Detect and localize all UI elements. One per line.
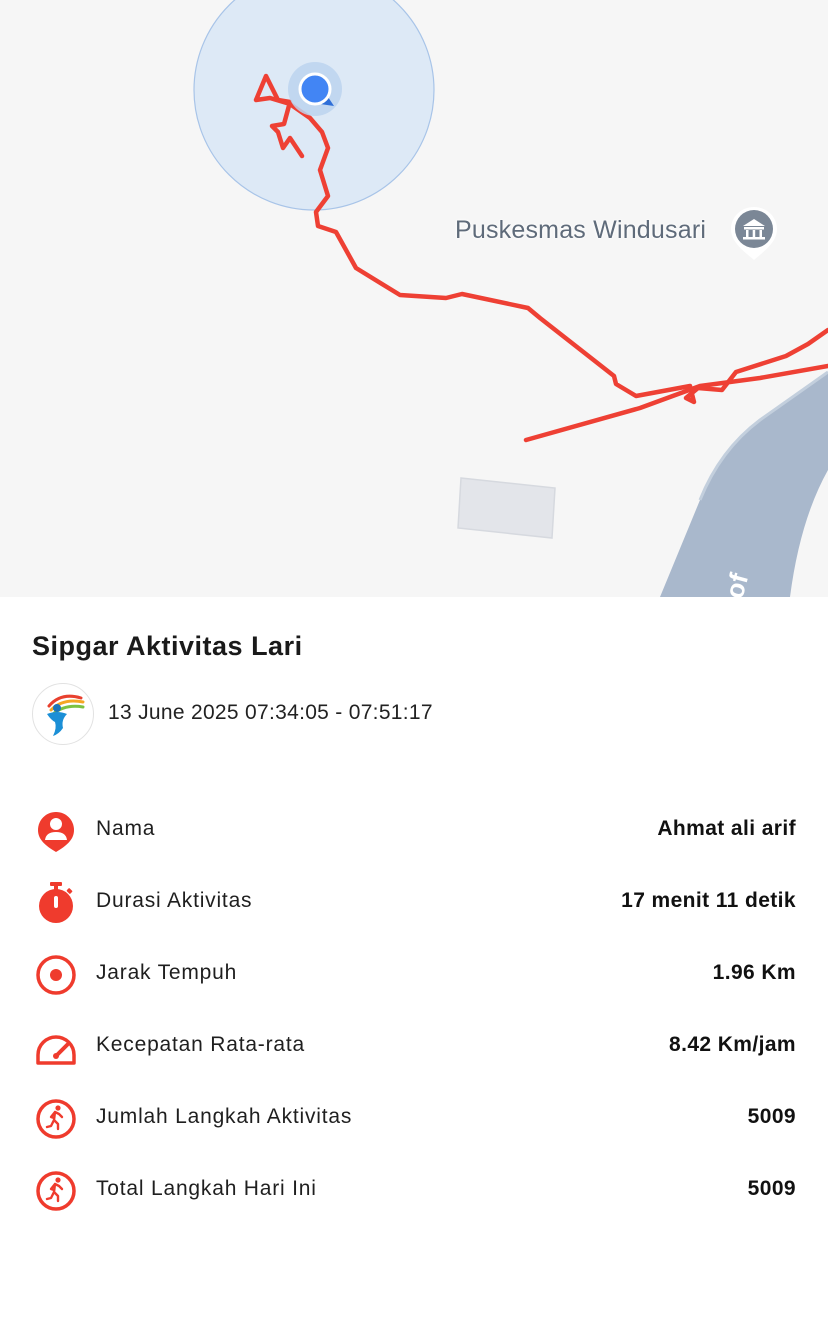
stat-label: Durasi Aktivitas	[96, 889, 253, 912]
stat-value: Ahmat ali arif	[657, 817, 796, 840]
poi-label[interactable]: Puskesmas Windusari	[455, 216, 706, 245]
stat-value: 17 menit 11 detik	[621, 889, 796, 912]
stats-list: Nama Ahmat ali arif Durasi Aktivitas 17 …	[0, 795, 828, 1227]
target-icon	[34, 953, 78, 997]
stat-label: Total Langkah Hari Ini	[96, 1177, 317, 1200]
stat-label: Jumlah Langkah Aktivitas	[96, 1105, 353, 1128]
stat-row-total-steps: Total Langkah Hari Ini 5009	[0, 1155, 828, 1227]
running-icon	[34, 1097, 78, 1141]
current-location-dot	[298, 72, 332, 106]
stat-label: Nama	[96, 817, 156, 840]
activity-title: Sipgar Aktivitas Lari	[32, 631, 303, 661]
stat-row-duration: Durasi Aktivitas 17 menit 11 detik	[0, 867, 828, 939]
stat-value: 5009	[747, 1105, 796, 1128]
map-view[interactable]: of Puskesmas Windusari	[0, 0, 828, 597]
person-pin-icon	[34, 809, 78, 853]
stopwatch-icon	[34, 881, 78, 925]
stat-row-distance: Jarak Tempuh 1.96 Km	[0, 939, 828, 1011]
stat-row-name: Nama Ahmat ali arif	[0, 795, 828, 867]
stat-value: 5009	[747, 1177, 796, 1200]
building-shape	[457, 477, 556, 539]
stat-label: Kecepatan Rata-rata	[96, 1033, 305, 1056]
map-canvas: of	[193, 0, 828, 597]
activity-datetime: 13 June 2025 07:34:05 - 07:51:17	[108, 701, 433, 724]
stat-row-speed: Kecepatan Rata-rata 8.42 Km/jam	[0, 1011, 828, 1083]
running-icon	[34, 1169, 78, 1213]
speedometer-icon	[34, 1025, 78, 1069]
stat-value: 8.42 Km/jam	[669, 1033, 796, 1056]
app-logo-icon	[32, 683, 94, 745]
river-area	[660, 372, 828, 597]
stat-value: 1.96 Km	[712, 961, 796, 984]
stat-row-activity-steps: Jumlah Langkah Aktivitas 5009	[0, 1083, 828, 1155]
stat-label: Jarak Tempuh	[96, 961, 238, 984]
activity-panel: Sipgar Aktivitas Lari 13 June 2025 07:34…	[0, 597, 828, 1328]
hospital-poi-icon[interactable]	[729, 205, 779, 261]
